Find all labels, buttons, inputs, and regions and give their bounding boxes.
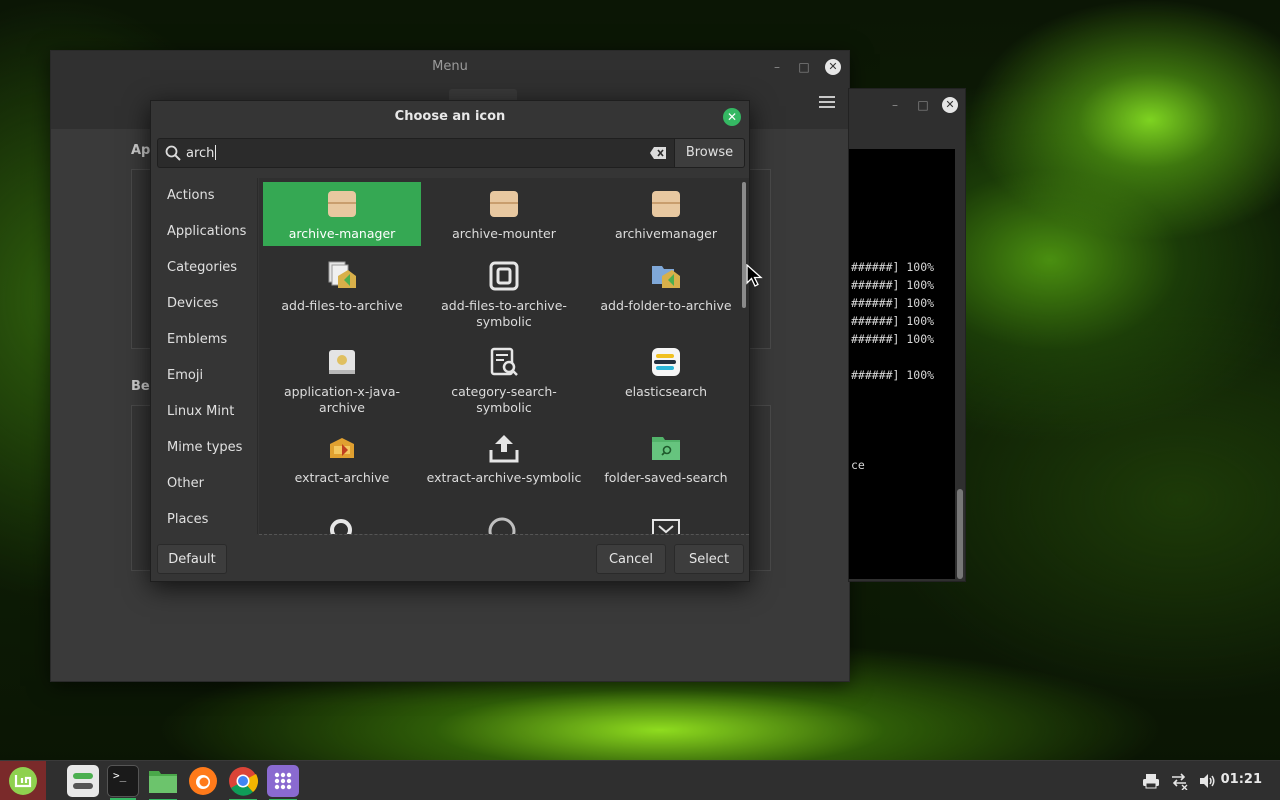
icon-label: extract-archive-symbolic <box>426 470 582 485</box>
archive-box-icon <box>652 191 680 217</box>
clock[interactable]: 01:21 <box>1221 772 1262 787</box>
icon-label: add-folder-to-archive <box>600 298 732 313</box>
category-emblems[interactable]: Emblems <box>152 322 257 358</box>
maximize-icon[interactable]: □ <box>915 97 931 113</box>
archive-box-icon <box>490 191 518 217</box>
icon-item-add-folder-to-archive[interactable]: add-folder-to-archive <box>587 254 745 332</box>
clear-text-icon[interactable] <box>650 147 666 159</box>
category-devices[interactable]: Devices <box>152 286 257 322</box>
minimize-icon[interactable]: – <box>887 97 903 113</box>
icon-item-add-files-to-archive[interactable]: add-files-to-archive <box>263 254 421 332</box>
category-list: Actions Applications Categories Devices … <box>152 178 258 534</box>
mint-menu-icon <box>9 767 37 795</box>
system-settings-icon[interactable] <box>67 765 99 797</box>
category-emoji[interactable]: Emoji <box>152 358 257 394</box>
icon-item-application-x-java-archive[interactable]: application-x-java-archive <box>263 340 421 418</box>
icon-label: archivemanager <box>614 226 718 241</box>
icon-item-archive-mounter[interactable]: archive-mounter <box>425 182 583 246</box>
mint-menu-button[interactable] <box>0 761 46 800</box>
close-icon[interactable]: ✕ <box>825 59 841 75</box>
terminal-window: – □ ✕ ######] 100% ######] 100% ######] … <box>848 88 966 582</box>
mouse-cursor-icon <box>746 264 763 287</box>
close-icon[interactable]: ✕ <box>723 108 741 126</box>
menu-window-title: Menu <box>432 59 468 74</box>
icon-item-archivemanager[interactable]: archivemanager <box>587 182 745 246</box>
icon-item-archive-manager[interactable]: archive-manager <box>263 182 421 246</box>
icon-label: add-files-to-archive <box>281 298 403 313</box>
chrome-icon[interactable] <box>227 765 259 800</box>
files-icon[interactable] <box>147 765 179 800</box>
icon-label: application-x-java-archive <box>283 384 401 415</box>
terminal-line: ######] 100% <box>851 368 935 382</box>
icon-label: folder-saved-search <box>604 470 728 485</box>
dialog-title-text: Choose an icon <box>394 109 506 124</box>
icon-label: add-files-to-archive-symbolic <box>441 298 567 329</box>
terminal-icon[interactable]: >_ <box>107 765 139 800</box>
select-button[interactable]: Select <box>674 544 744 574</box>
close-icon[interactable]: ✕ <box>942 97 958 113</box>
terminal-line: ######] 100% <box>851 278 935 292</box>
partial-box-icon <box>652 519 680 534</box>
icon-item-folder-saved-search[interactable]: folder-saved-search <box>587 426 745 504</box>
elasticsearch-icon <box>652 348 680 376</box>
search-icon <box>165 145 181 161</box>
volume-icon[interactable] <box>1198 772 1216 790</box>
network-disconnected-icon[interactable] <box>1170 772 1188 790</box>
browse-button[interactable]: Browse <box>675 138 745 168</box>
upload-icon <box>489 435 519 463</box>
icon-item-add-files-to-archive-symbolic[interactable]: add-files-to-archive-symbolic <box>425 254 583 332</box>
section-label-1: Ap <box>131 143 151 158</box>
icon-label: archive-manager <box>288 226 396 241</box>
maximize-icon[interactable]: □ <box>796 59 812 75</box>
minimize-icon[interactable]: – <box>769 59 785 75</box>
add-folder-icon <box>652 266 680 288</box>
document-search-icon <box>490 347 518 376</box>
icon-grid: archive-manager archive-mounter archivem… <box>259 178 749 534</box>
category-other[interactable]: Other <box>152 466 257 502</box>
dialog-title: Choose an icon ✕ <box>151 101 749 133</box>
printer-icon[interactable] <box>1142 772 1160 790</box>
search-input[interactable]: arch <box>157 138 675 168</box>
firefox-icon[interactable] <box>187 765 219 797</box>
terminal-line: ######] 100% <box>851 296 935 310</box>
terminal-output[interactable]: ######] 100% ######] 100% ######] 100% #… <box>849 149 955 579</box>
category-categories[interactable]: Categories <box>152 250 257 286</box>
icon-label: archive-mounter <box>452 226 556 241</box>
icon-grid-scrollbar[interactable] <box>742 182 746 308</box>
category-linux-mint[interactable]: Linux Mint <box>152 394 257 430</box>
terminal-line: ######] 100% <box>851 260 935 274</box>
folder-search-icon <box>652 437 680 460</box>
app-grid-icon[interactable] <box>267 765 299 800</box>
icon-item-elasticsearch[interactable]: elasticsearch <box>587 340 745 418</box>
icon-label: category-search-symbolic <box>451 384 557 415</box>
terminal-line: ######] 100% <box>851 332 935 346</box>
terminal-line: ######] 100% <box>851 314 935 328</box>
search-value: arch <box>186 146 215 161</box>
grid-bottom-divider <box>259 534 749 535</box>
partial-ring-icon <box>330 519 352 534</box>
icon-item-extract-archive[interactable]: extract-archive <box>263 426 421 504</box>
partial-ring-icon <box>488 517 516 534</box>
java-archive-icon <box>329 350 355 374</box>
archive-box-icon <box>328 191 356 217</box>
category-actions[interactable]: Actions <box>152 178 257 214</box>
category-places[interactable]: Places <box>152 502 257 534</box>
terminal-line: ce <box>851 458 865 472</box>
hamburger-menu-icon[interactable] <box>819 96 835 108</box>
default-button[interactable]: Default <box>157 544 227 574</box>
category-mime-types[interactable]: Mime types <box>152 430 257 466</box>
extract-archive-icon <box>330 438 354 458</box>
icon-label: extract-archive <box>294 470 390 485</box>
add-files-icon <box>328 261 356 288</box>
cancel-button[interactable]: Cancel <box>596 544 666 574</box>
category-applications[interactable]: Applications <box>152 214 257 250</box>
icon-item-extract-archive-symbolic[interactable]: extract-archive-symbolic <box>425 426 583 504</box>
icon-label: elasticsearch <box>624 384 708 399</box>
archive-symbolic-icon <box>489 261 519 291</box>
terminal-scrollbar[interactable] <box>957 489 963 579</box>
taskbar: >_ 01:21 <box>0 760 1280 800</box>
icon-item-category-search-symbolic[interactable]: category-search-symbolic <box>425 340 583 418</box>
choose-icon-dialog: Choose an icon ✕ arch Browse Actions App… <box>150 100 750 582</box>
search-row: arch Browse <box>157 138 745 168</box>
